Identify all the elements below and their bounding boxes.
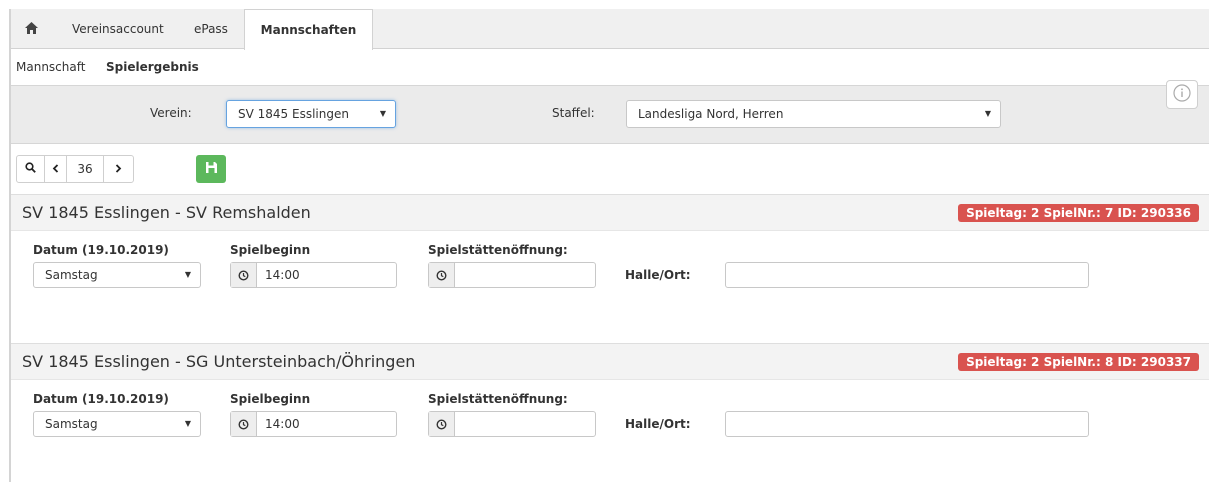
spielbeginn-label: Spielbeginn	[230, 243, 311, 257]
toolbar: 36	[11, 144, 1209, 194]
game-title: SV 1845 Esslingen - SV Remshalden	[22, 203, 311, 222]
save-button[interactable]	[196, 155, 226, 183]
oeffnung-input-group	[428, 411, 596, 437]
chevron-right-icon	[115, 162, 122, 176]
clock-icon	[429, 263, 455, 287]
clock-icon	[231, 412, 257, 436]
oeffnung-input[interactable]	[455, 263, 463, 287]
home-icon	[24, 21, 38, 37]
pagination-group: 36	[16, 155, 134, 183]
verein-select[interactable]: SV 1845 Esslingen ▼	[226, 100, 396, 128]
search-button[interactable]	[17, 156, 45, 182]
datum-label: Datum (19.10.2019)	[33, 243, 169, 257]
staffel-select-value: Landesliga Nord, Herren	[638, 107, 784, 121]
game-title: SV 1845 Esslingen - SG Untersteinbach/Öh…	[22, 352, 416, 371]
halle-input[interactable]	[725, 262, 1089, 288]
subnav-mannschaft[interactable]: Mannschaft	[16, 49, 85, 85]
search-icon	[25, 162, 36, 176]
subnav-spielergebnis[interactable]: Spielergebnis	[106, 49, 199, 85]
top-tab-bar: Vereinsaccount ePass Mannschaften	[11, 9, 1209, 50]
day-select[interactable]: Samstag ▼	[33, 262, 201, 288]
staffel-label: Staffel:	[552, 106, 595, 120]
app: Vereinsaccount ePass Mannschaften Mannsc…	[11, 9, 1209, 492]
oeffnung-label: Spielstättenöffnung:	[428, 243, 568, 257]
day-select-value: Samstag	[45, 417, 98, 431]
home-tab[interactable]	[11, 9, 51, 49]
save-icon	[205, 162, 217, 176]
caret-down-icon: ▼	[984, 109, 991, 118]
spielbeginn-label: Spielbeginn	[230, 392, 311, 406]
game-id-badge: Spieltag: 2 SpielNr.: 8 ID: 290337	[958, 353, 1199, 371]
tab-mannschaften[interactable]: Mannschaften	[244, 9, 373, 50]
clock-icon	[429, 412, 455, 436]
page-number-input[interactable]: 36	[67, 156, 104, 182]
staffel-select[interactable]: Landesliga Nord, Herren ▼	[626, 100, 1001, 128]
halle-input[interactable]	[725, 411, 1089, 437]
tab-epass[interactable]: ePass	[194, 9, 228, 49]
info-button[interactable]	[1166, 80, 1198, 109]
game-id-badge: Spieltag: 2 SpielNr.: 7 ID: 290336	[958, 204, 1199, 222]
info-icon	[1173, 84, 1191, 105]
game-header: SV 1845 Esslingen - SG Untersteinbach/Öh…	[11, 343, 1209, 380]
halle-label: Halle/Ort:	[625, 268, 691, 282]
day-select[interactable]: Samstag ▼	[33, 411, 201, 437]
game-form: Datum (19.10.2019) Samstag ▼ Spielbeginn…	[11, 380, 1209, 492]
next-button[interactable]	[104, 156, 133, 182]
day-select-value: Samstag	[45, 268, 98, 282]
game-header: SV 1845 Esslingen - SV Remshalden Spielt…	[11, 194, 1209, 231]
oeffnung-input-group	[428, 262, 596, 288]
game-form: Datum (19.10.2019) Samstag ▼ Spielbeginn…	[11, 231, 1209, 343]
datum-label: Datum (19.10.2019)	[33, 392, 169, 406]
tab-vereinsaccount[interactable]: Vereinsaccount	[72, 9, 164, 49]
caret-down-icon: ▼	[379, 109, 386, 118]
oeffnung-input[interactable]	[455, 412, 463, 436]
chevron-left-icon	[52, 162, 59, 176]
previous-button[interactable]	[45, 156, 67, 182]
halle-label: Halle/Ort:	[625, 417, 691, 431]
oeffnung-label: Spielstättenöffnung:	[428, 392, 568, 406]
spielbeginn-input-group: 14:00	[230, 411, 397, 437]
spielbeginn-input-group: 14:00	[230, 262, 397, 288]
sub-navigation: Mannschaft Spielergebnis	[11, 49, 1209, 85]
verein-select-value: SV 1845 Esslingen	[238, 107, 349, 121]
verein-label: Verein:	[150, 106, 192, 120]
spielbeginn-input[interactable]: 14:00	[257, 412, 300, 436]
clock-icon	[231, 263, 257, 287]
filter-bar: Verein: SV 1845 Esslingen ▼ Staffel: Lan…	[11, 80, 1209, 144]
caret-down-icon: ▼	[184, 270, 191, 279]
caret-down-icon: ▼	[184, 419, 191, 428]
spielbeginn-input[interactable]: 14:00	[257, 263, 300, 287]
